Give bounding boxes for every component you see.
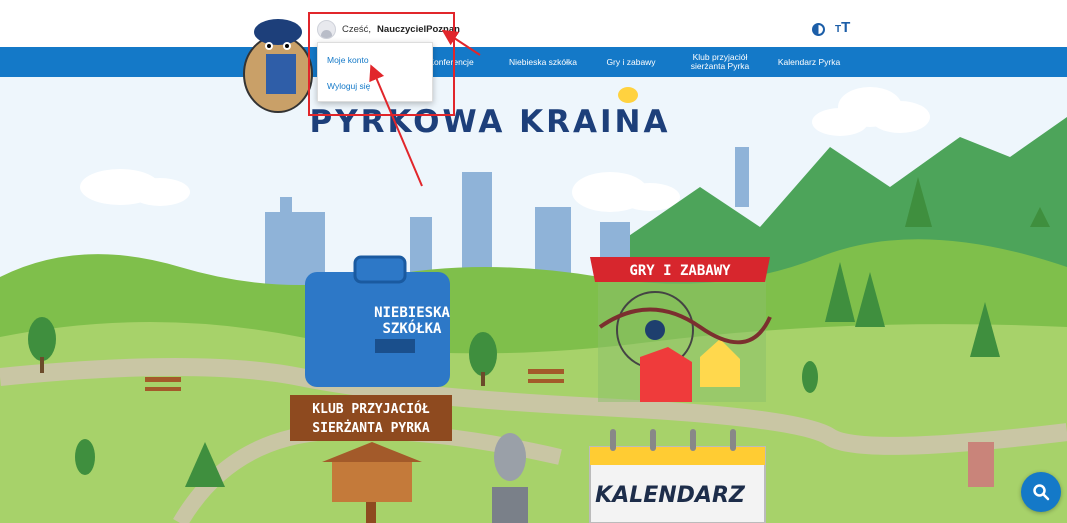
building-gry-i-zabawy[interactable]: GRY I ZABAWY: [590, 257, 772, 402]
nav-item-gry-i-zabawy[interactable]: Gry i zabawy: [598, 47, 664, 77]
club-label-line1: KLUB PRZYJACIÓŁ: [312, 401, 430, 417]
text-size-large-glyph: T: [841, 19, 851, 36]
tower-building: [968, 442, 994, 487]
calendar-label: KALENDARZ: [595, 483, 746, 508]
school-label-line1: NIEBIESKA: [374, 305, 450, 321]
search-icon: [1033, 484, 1050, 501]
school-label-line2: SZKÓŁKA: [382, 319, 442, 337]
main-nav: Konferencje Niebieska szkółka Gry i zaba…: [0, 47, 1067, 77]
bird-icon: [618, 87, 638, 103]
top-bar: [0, 0, 1067, 47]
contrast-icon[interactable]: [812, 22, 825, 36]
highlight-box: [308, 12, 455, 116]
building-niebieska-szkolka[interactable]: NIEBIESKA SZKÓŁKA: [305, 255, 451, 387]
front-hills: [0, 322, 1067, 523]
text-size-icon[interactable]: TT: [835, 19, 851, 37]
nav-item-kalendarz-pyrka[interactable]: Kalendarz Pyrka: [768, 47, 850, 77]
nav-item-klub-przyjaciol[interactable]: Klub przyjaciół sierżanta Pyrka: [680, 47, 760, 77]
illustrated-map: NIEBIESKA SZKÓŁKA GRY I ZABAWY PYRKOWA K…: [0, 77, 1067, 523]
nav-item-niebieska-szkolka[interactable]: Niebieska szkółka: [500, 47, 586, 77]
club-label-line2: SIERŻANTA PYRKA: [312, 420, 430, 436]
map-illustration: NIEBIESKA SZKÓŁKA GRY I ZABAWY PYRKOWA K…: [0, 77, 1067, 523]
accessibility-tools: TT: [812, 19, 851, 37]
games-label: GRY I ZABAWY: [629, 263, 731, 279]
search-button[interactable]: [1021, 472, 1061, 512]
